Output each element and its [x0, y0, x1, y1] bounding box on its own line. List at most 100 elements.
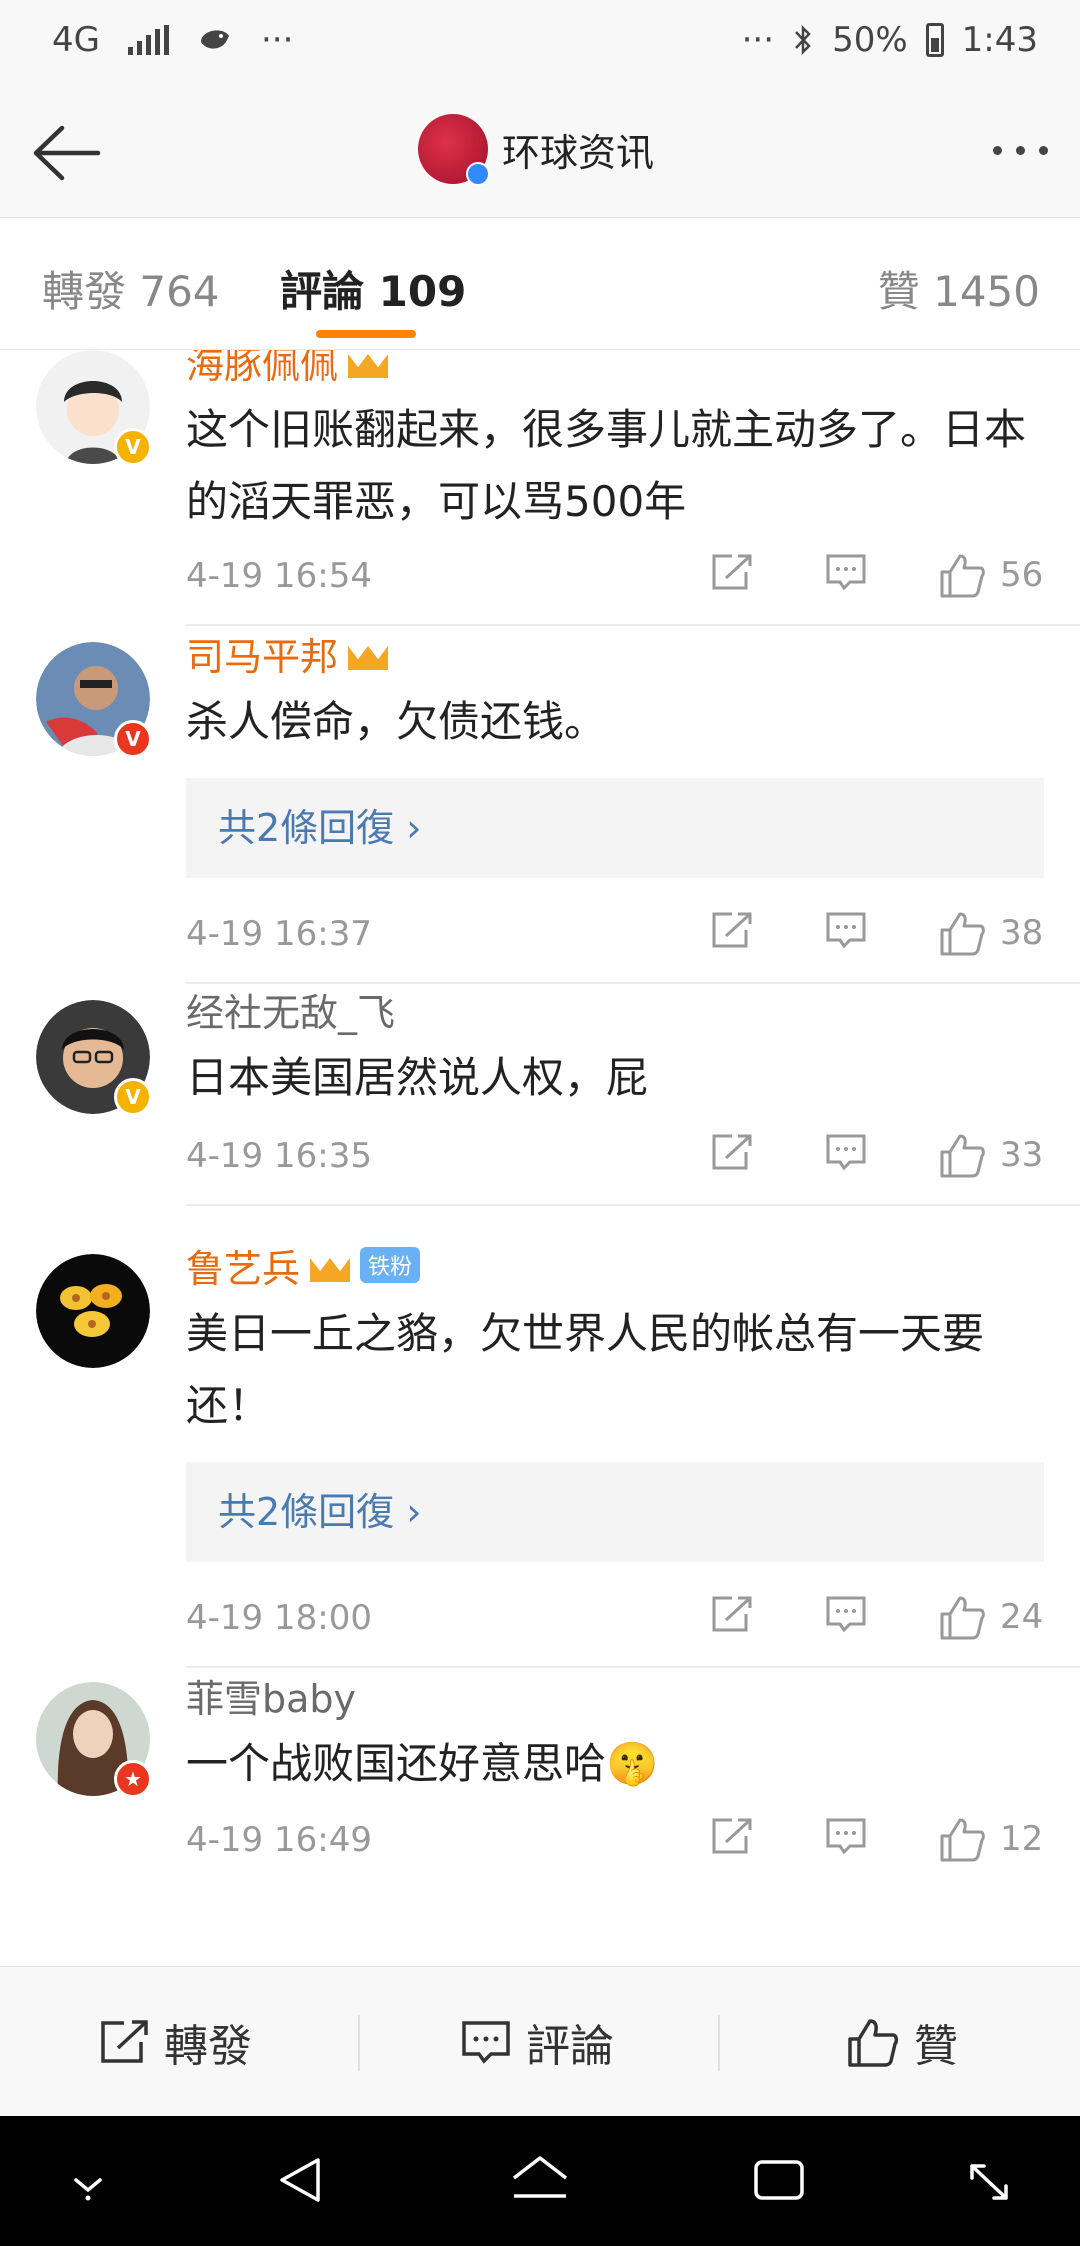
comment-meta: 4-19 16:35 33	[186, 1128, 1044, 1188]
brand-avatar	[418, 114, 490, 186]
avatar[interactable]: V	[36, 350, 152, 466]
comment-icon[interactable]	[824, 1816, 868, 1856]
comment-icon[interactable]	[824, 1594, 868, 1634]
recent-apps-icon[interactable]	[750, 2150, 808, 2210]
share-icon[interactable]	[710, 1132, 754, 1172]
tab-bar: 轉發 764 評論 109 贊 1450	[0, 218, 1080, 350]
share-icon[interactable]	[710, 910, 754, 950]
battery-percent: 50%	[832, 20, 908, 60]
comment-meta: 4-19 16:37 38	[186, 906, 1044, 966]
comment-time: 4-19 16:49	[186, 1820, 372, 1860]
view-replies-link[interactable]: 共2條回復 ›	[186, 778, 1044, 878]
system-nav-bar	[0, 2116, 1080, 2246]
comment-icon[interactable]	[824, 552, 868, 592]
tab-reposts[interactable]: 轉發 764	[42, 258, 220, 319]
view-replies-link[interactable]: 共2條回復 ›	[186, 1462, 1044, 1562]
thumbs-up-icon	[940, 554, 985, 598]
divider	[186, 1204, 1080, 1206]
like-button[interactable]: 12	[938, 1816, 1043, 1862]
comment-meta: 4-19 16:49 12	[186, 1812, 1044, 1872]
back-arrow-icon[interactable]	[28, 118, 104, 188]
comment-icon	[462, 2021, 510, 2064]
bird-icon	[200, 30, 229, 49]
chevron-down-icon[interactable]	[64, 2150, 112, 2210]
verified-badge-icon: V	[114, 428, 152, 466]
crown-icon	[310, 1248, 350, 1282]
status-bar: 4G ··· ··· 50% 1:43	[0, 0, 1080, 90]
comment-list[interactable]: V 海豚佩佩 这个旧账翻起来，很多事儿就主动多了。日本的滔天罪恶，可以骂500年…	[0, 350, 1080, 1966]
status-more-right: ···	[741, 20, 775, 60]
thumbs-up-icon	[940, 1818, 985, 1862]
tab-comments[interactable]: 評論 109	[280, 258, 466, 319]
comment-label: 評論	[526, 2021, 614, 2072]
username[interactable]: 司马平邦	[186, 626, 1044, 680]
divider	[358, 2015, 360, 2071]
clock: 1:43	[961, 20, 1038, 60]
like-button[interactable]: 56	[938, 552, 1043, 598]
back-triangle-icon[interactable]	[274, 2150, 328, 2210]
active-tab-indicator	[316, 330, 416, 338]
avatar[interactable]: V	[36, 642, 152, 758]
expand-icon[interactable]	[962, 2150, 1016, 2210]
username[interactable]: 经社无敌_飞	[186, 982, 1044, 1036]
divider	[718, 2015, 720, 2071]
repost-button[interactable]: 轉發	[98, 1967, 252, 2117]
comment-time: 4-19 16:35	[186, 1136, 372, 1176]
verified-badge-icon: V	[114, 1078, 152, 1116]
top-nav-bar: 环球资讯	[0, 90, 1080, 218]
thumbs-up-icon	[848, 2019, 899, 2067]
comment-text: 杀人偿命，欠债还钱。	[186, 697, 607, 746]
username[interactable]: 海豚佩佩	[186, 350, 1044, 388]
page-title: 环球资讯	[502, 130, 655, 175]
more-icon[interactable]	[993, 146, 1048, 155]
comment-time: 4-19 18:00	[186, 1598, 372, 1638]
comment-icon[interactable]	[824, 910, 868, 950]
avatar[interactable]: ★	[36, 1682, 152, 1798]
verified-icon	[466, 162, 490, 186]
like-count: 38	[1000, 913, 1044, 953]
like-label: 贊	[914, 2021, 958, 2072]
like-button[interactable]: 24	[938, 1594, 1043, 1640]
tab-likes[interactable]: 贊 1450	[878, 258, 1040, 319]
like-count: 33	[1000, 1135, 1044, 1175]
share-icon	[101, 2020, 148, 2063]
verified-badge-icon: V	[114, 720, 152, 758]
bottom-action-bar: 轉發 評論 贊	[0, 1966, 1080, 2116]
status-more-left: ···	[260, 20, 294, 60]
username[interactable]: 鲁艺兵 铁粉	[186, 1238, 1044, 1292]
avatar[interactable]	[36, 1254, 150, 1368]
share-icon[interactable]	[710, 1816, 754, 1856]
like-count: 24	[1000, 1597, 1044, 1637]
comment-time: 4-19 16:54	[186, 556, 372, 596]
like-button[interactable]: 33	[938, 1132, 1043, 1178]
thumbs-up-icon	[940, 1596, 985, 1640]
comment-meta: 4-19 18:00 24	[186, 1590, 1044, 1650]
share-icon[interactable]	[710, 1594, 754, 1634]
comment-text: 这个旧账翻起来，很多事儿就主动多了。日本的滔天罪恶，可以骂500年	[186, 405, 1027, 526]
comment-meta: 4-19 16:54 56	[186, 548, 1044, 608]
home-icon[interactable]	[508, 2150, 572, 2210]
account-header[interactable]: 环球资讯	[418, 114, 655, 186]
network-type: 4G	[52, 20, 100, 60]
avatar[interactable]: V	[36, 1000, 152, 1116]
verified-badge-icon: ★	[114, 1760, 152, 1798]
comment-icon[interactable]	[824, 1132, 868, 1172]
like-button[interactable]: 38	[938, 910, 1043, 956]
battery-icon	[925, 23, 944, 57]
bluetooth-icon	[795, 24, 811, 56]
comment-button[interactable]: 評論	[460, 1967, 614, 2117]
comment-text: 一个战败国还好意思哈🤫	[186, 1739, 659, 1788]
crown-icon	[348, 636, 388, 670]
thumbs-up-icon	[940, 912, 985, 956]
signal-icon	[127, 25, 169, 55]
like-bottom-button[interactable]: 贊	[846, 1967, 958, 2117]
like-count: 56	[1000, 555, 1044, 595]
repost-label: 轉發	[164, 2021, 252, 2072]
fan-badge: 铁粉	[360, 1247, 421, 1283]
comment-time: 4-19 16:37	[186, 914, 372, 954]
comment-text: 日本美国居然说人权，屁	[186, 1053, 649, 1102]
share-icon[interactable]	[710, 552, 754, 592]
thumbs-up-icon	[940, 1134, 985, 1178]
crown-icon	[348, 350, 388, 378]
username[interactable]: 菲雪baby	[186, 1668, 1044, 1722]
